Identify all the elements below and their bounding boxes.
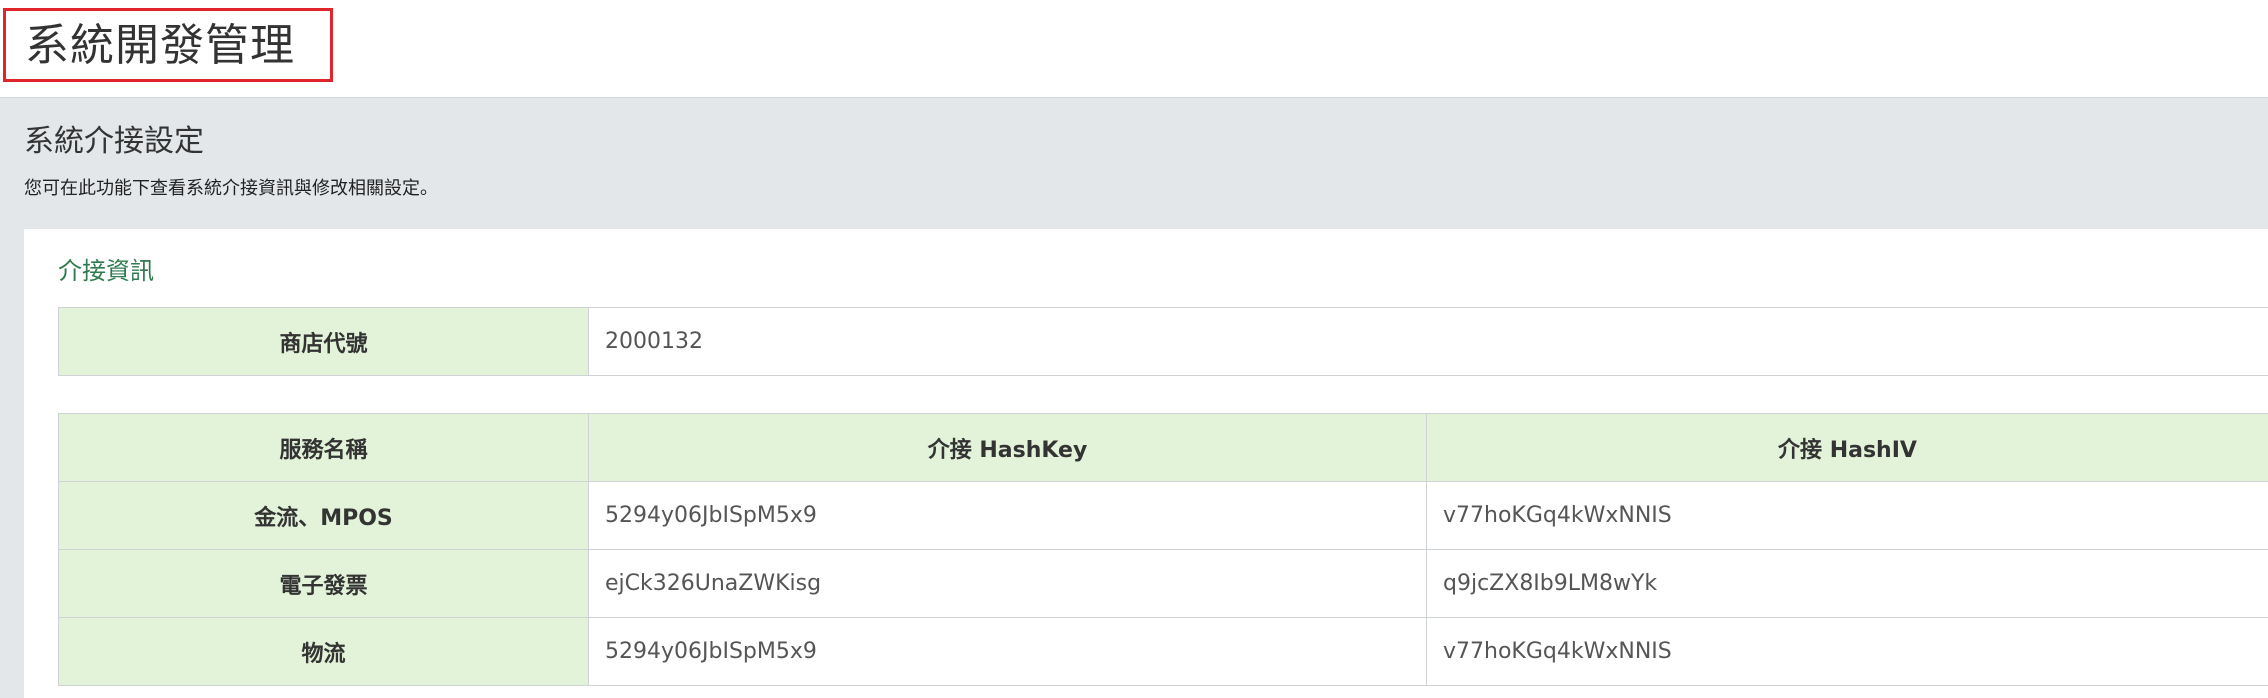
hashiv-cell: q9jcZX8Ib9LM8wYk xyxy=(1426,549,2268,618)
section-title: 系統介接設定 xyxy=(24,124,204,159)
table-row: 電子發票 ejCk326UnaZWKisg q9jcZX8Ib9LM8wYk xyxy=(58,549,2268,618)
store-id-label: 商店代號 xyxy=(58,307,589,376)
page-header: 系統開發管理 xyxy=(0,0,2268,98)
hashiv-cell: v77hoKGq4kWxNNIS xyxy=(1426,617,2268,686)
hashiv-cell: v77hoKGq4kWxNNIS xyxy=(1426,481,2268,550)
hashkey-cell: 5294y06JbISpM5x9 xyxy=(588,481,1427,550)
section-description: 您可在此功能下查看系統介接資訊與修改相關設定。 xyxy=(24,178,438,199)
hashkey-cell: 5294y06JbISpM5x9 xyxy=(588,617,1427,686)
column-header-service: 服務名稱 xyxy=(58,413,589,482)
store-id-value: 2000132 xyxy=(588,307,2268,376)
service-name-cell: 物流 xyxy=(58,617,589,686)
column-header-hashiv: 介接 HashIV xyxy=(1426,413,2268,482)
service-name-cell: 金流、MPOS xyxy=(58,481,589,550)
table-row: 金流、MPOS 5294y06JbISpM5x9 v77hoKGq4kWxNNI… xyxy=(58,481,2268,550)
hash-keys-table: 服務名稱 介接 HashKey 介接 HashIV 金流、MPOS 5294y0… xyxy=(58,413,2268,686)
service-name-cell: 電子發票 xyxy=(58,549,589,618)
panel-title: 介接資訊 xyxy=(58,257,154,285)
hashkey-cell: ejCk326UnaZWKisg xyxy=(588,549,1427,618)
column-header-hashkey: 介接 HashKey xyxy=(588,413,1427,482)
table-row: 物流 5294y06JbISpM5x9 v77hoKGq4kWxNNIS xyxy=(58,617,2268,686)
table-row: 商店代號 2000132 xyxy=(58,307,2268,376)
table-header-row: 服務名稱 介接 HashKey 介接 HashIV xyxy=(58,413,2268,482)
page-title: 系統開發管理 xyxy=(25,20,295,71)
store-id-table: 商店代號 2000132 xyxy=(58,307,2268,376)
